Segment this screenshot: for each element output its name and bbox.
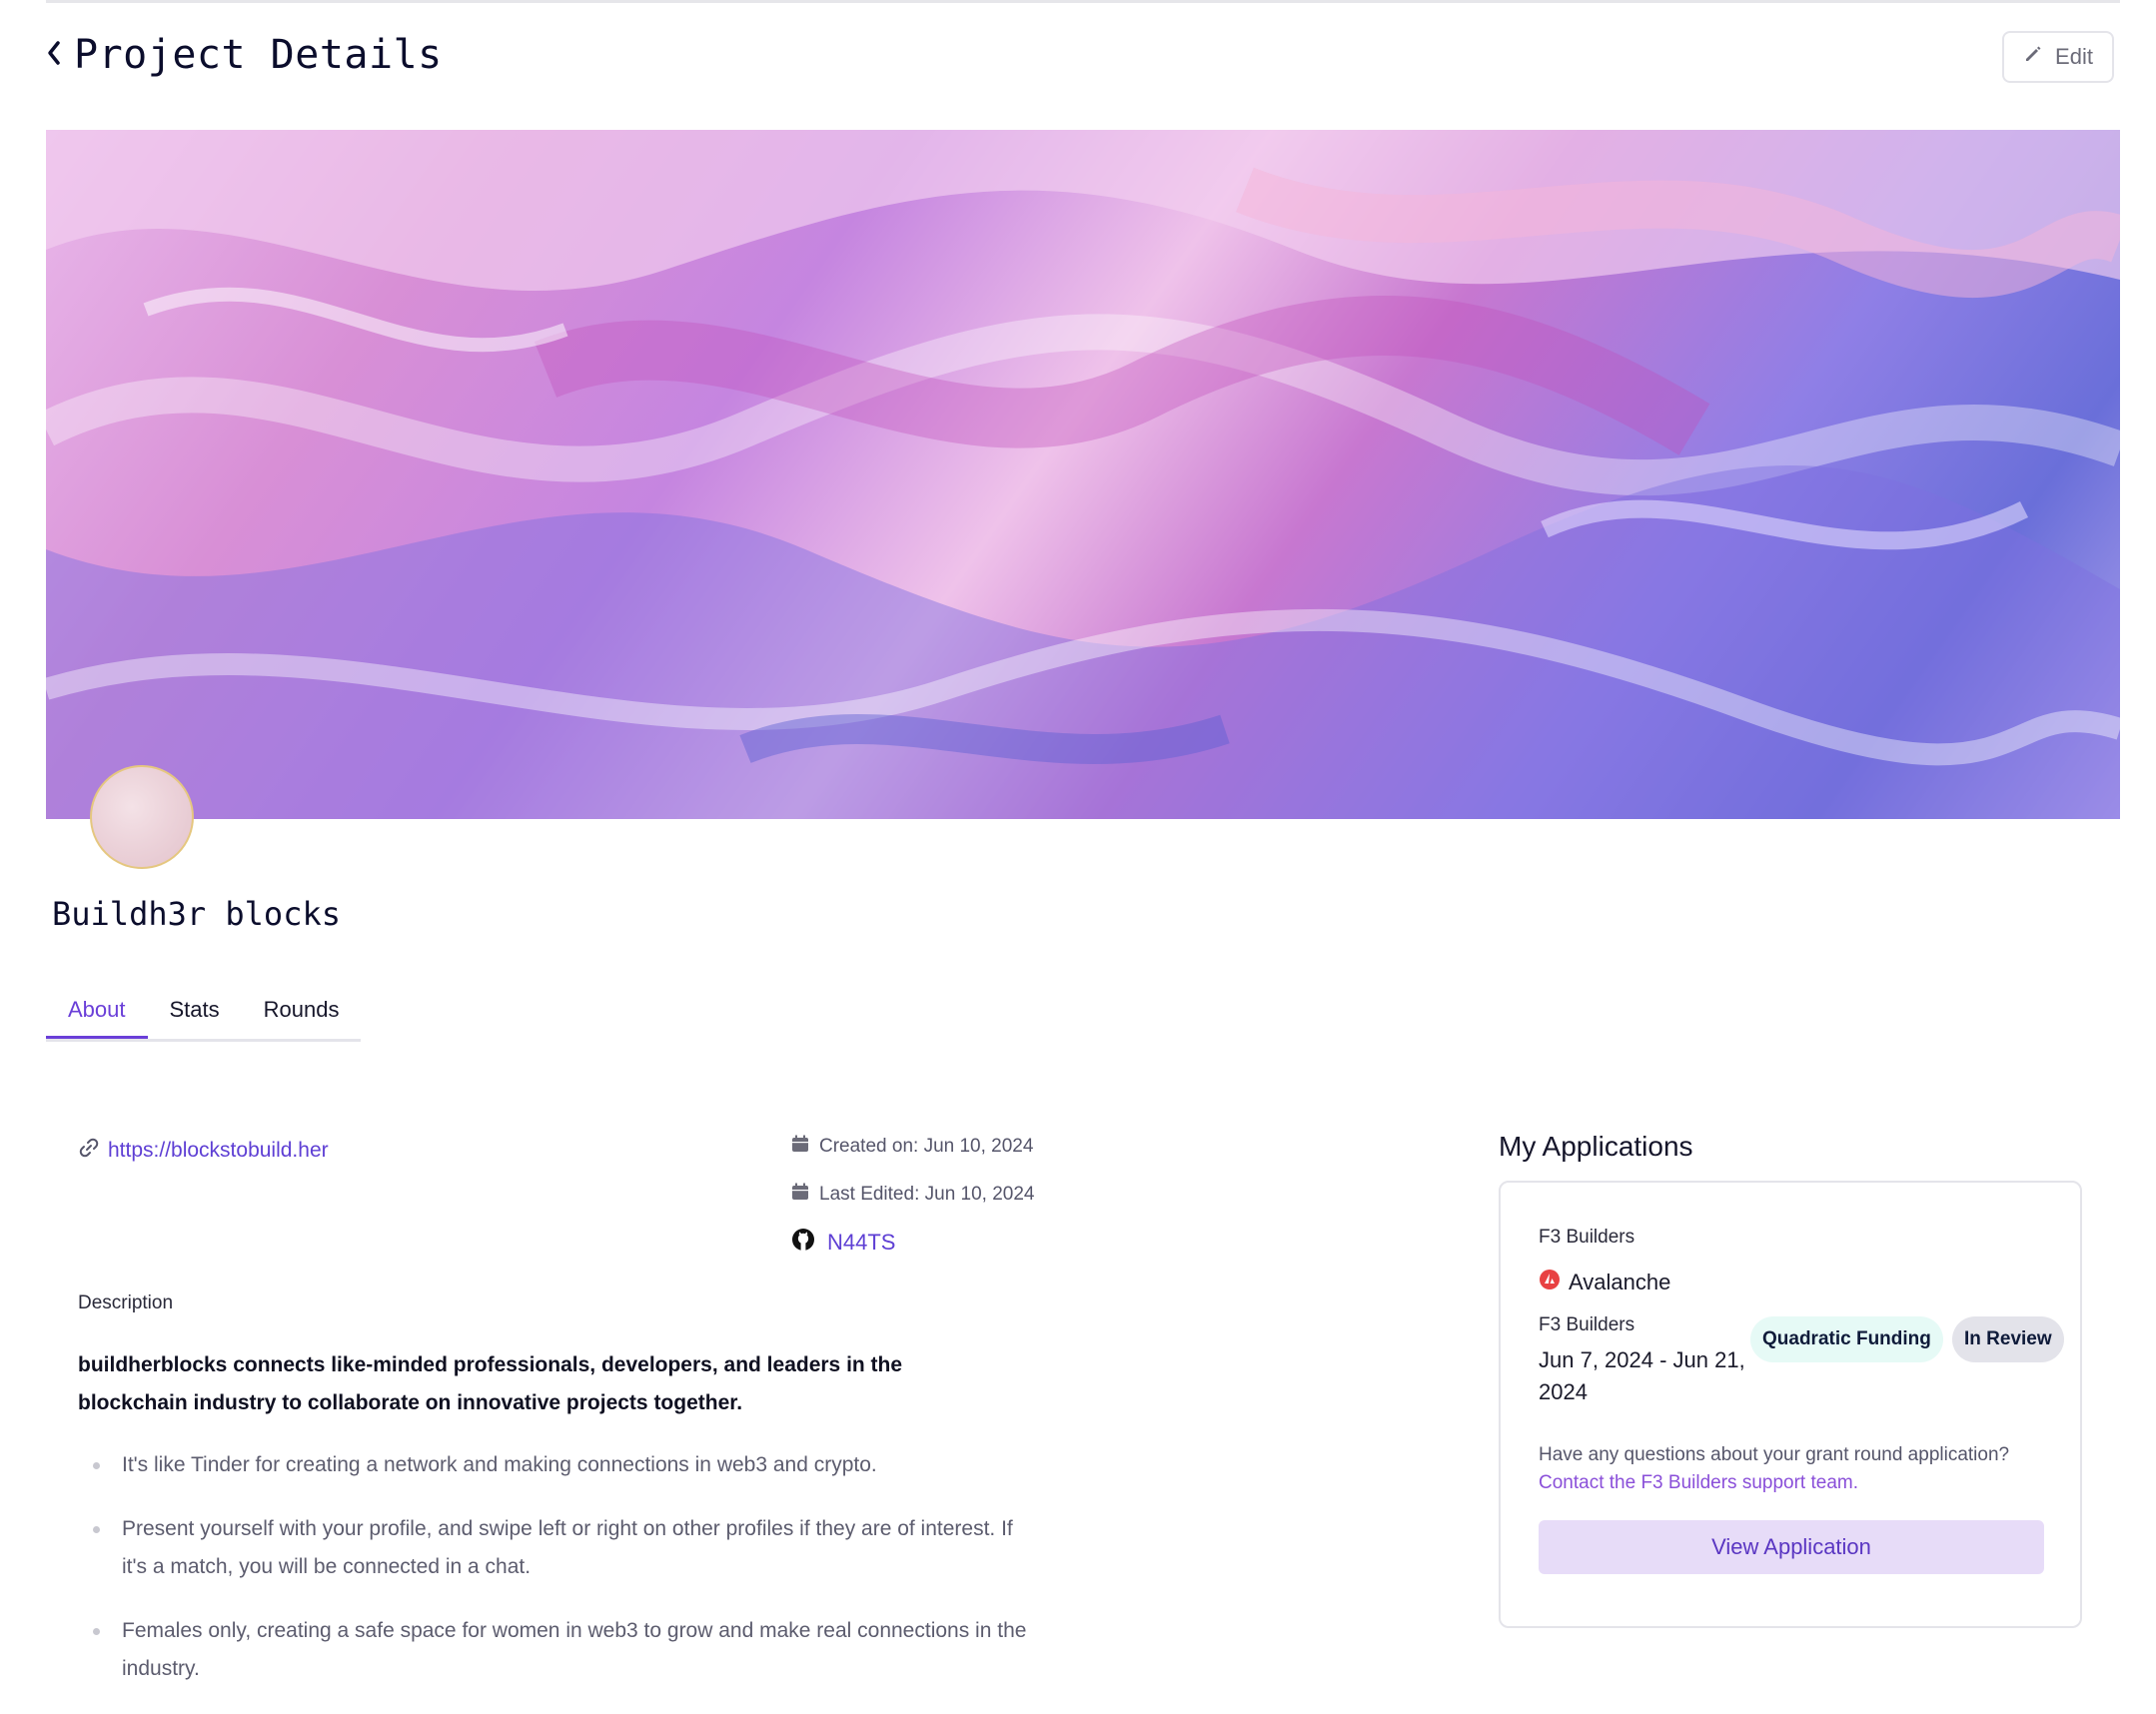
github-username: N44TS [827, 1230, 896, 1255]
program-name: F3 Builders [1539, 1227, 1635, 1248]
description-bullets: It's like Tinder for creating a network … [78, 1446, 1037, 1714]
calendar-icon [791, 1183, 809, 1207]
top-divider [46, 0, 2120, 3]
project-avatar [90, 765, 194, 869]
project-tabs: About Stats Rounds [46, 989, 362, 1042]
round-name: F3 Builders [1539, 1314, 1635, 1335]
link-icon [78, 1137, 100, 1165]
round-dates: Jun 7, 2024 - Jun 21, 2024 [1539, 1347, 1745, 1404]
github-icon [791, 1228, 815, 1258]
tab-about[interactable]: About [46, 989, 148, 1039]
description-label: Description [78, 1292, 174, 1313]
project-name: Buildh3r blocks [52, 895, 341, 933]
list-item: Present yourself with your profile, and … [78, 1510, 1037, 1586]
tab-rounds[interactable]: Rounds [242, 989, 362, 1039]
created-date: Created on: Jun 10, 2024 [791, 1135, 1033, 1159]
view-application-button[interactable]: View Application [1539, 1520, 2044, 1574]
support-question: Have any questions about your grant roun… [1539, 1444, 2010, 1465]
project-banner [46, 130, 2120, 819]
calendar-icon [791, 1135, 809, 1159]
last-edited-text: Last Edited: Jun 10, 2024 [819, 1184, 1035, 1205]
chain: Avalanche [1539, 1269, 1670, 1296]
banner-waves [46, 130, 2120, 819]
tab-stats[interactable]: Stats [148, 989, 242, 1039]
edit-button[interactable]: Edit [2002, 31, 2114, 83]
page-title: Project Details [74, 32, 443, 78]
chain-name: Avalanche [1569, 1270, 1671, 1294]
funding-type-badge: Quadratic Funding [1750, 1316, 1943, 1362]
edit-label: Edit [2055, 44, 2093, 69]
avalanche-icon [1539, 1269, 1561, 1296]
pencil-icon [2023, 44, 2043, 70]
back-link[interactable]: Project Details [46, 32, 443, 78]
list-item: It's like Tinder for creating a network … [78, 1446, 1037, 1484]
website-url: https://blockstobuild.her [108, 1139, 329, 1162]
list-item: Females only, creating a safe space for … [78, 1612, 1037, 1688]
support-contact-link[interactable]: Contact the F3 Builders support team. [1539, 1472, 1858, 1494]
website-link[interactable]: https://blockstobuild.her [78, 1137, 329, 1165]
applications-title: My Applications [1499, 1131, 1693, 1162]
application-card: F3 Builders Avalanche F3 Builders Jun 7,… [1499, 1181, 2082, 1628]
created-date-text: Created on: Jun 10, 2024 [819, 1136, 1034, 1157]
last-edited-date: Last Edited: Jun 10, 2024 [791, 1183, 1035, 1207]
chevron-left-icon [46, 39, 62, 72]
page-header: Project Details Edit [46, 28, 2120, 98]
description-lead: buildherblocks connects like-minded prof… [78, 1353, 903, 1414]
status-badge: In Review [1952, 1316, 2064, 1362]
github-link[interactable]: N44TS [791, 1228, 895, 1258]
